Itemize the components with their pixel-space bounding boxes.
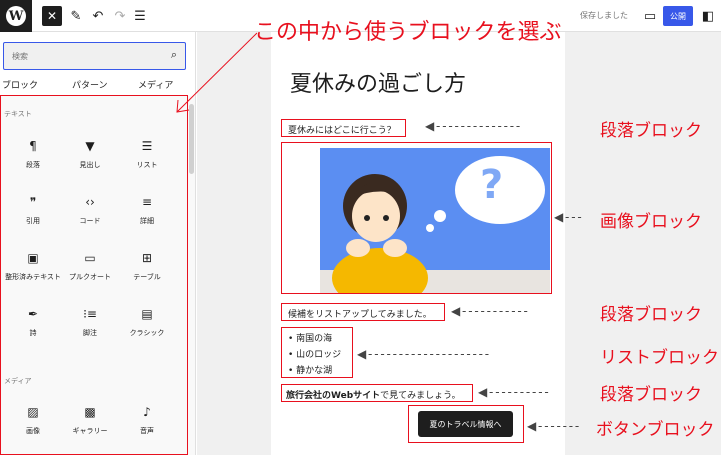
- image-block[interactable]: ?: [320, 148, 550, 293]
- saved-status: 保存しました: [580, 11, 628, 20]
- arrow-button: ◀ - - - - - - -: [527, 419, 579, 433]
- tab-patterns[interactable]: パターン: [72, 78, 108, 91]
- list-highlight: [281, 327, 353, 378]
- button-highlight: [408, 405, 524, 443]
- redo-icon[interactable]: ↷: [110, 6, 130, 26]
- annotation-top: この中から使うブロックを選ぶ: [254, 20, 562, 45]
- tab-blocks[interactable]: ブロック: [2, 78, 38, 91]
- paragraph-highlight-3: [281, 384, 473, 402]
- annotation-button: ボタンブロック: [596, 420, 715, 440]
- annotation-arrow-top: [176, 32, 258, 113]
- arrow-para1: ◀ - - - - - - - - - - - - - -: [425, 119, 520, 133]
- arrow-para2: ◀ - - - - - - - - - - -: [451, 304, 528, 318]
- editor-screenshot: W ✕ ✎ ↶ ↷ ☰ 保存しました ▭ 公開 ◧ 検索 ⌕ ブロック パターン…: [0, 0, 721, 455]
- document-overview-icon[interactable]: ☰: [130, 6, 150, 26]
- settings-icon[interactable]: ◧: [698, 6, 718, 26]
- wordpress-logo-icon[interactable]: W: [0, 0, 32, 32]
- close-inserter-button[interactable]: ✕: [42, 6, 62, 26]
- search-placeholder: 検索: [12, 52, 28, 61]
- inserter-highlight-box: [0, 95, 188, 455]
- annotation-image: 画像ブロック: [600, 212, 702, 232]
- annotation-list: リストブロック: [600, 348, 719, 368]
- annotation-para3: 段落ブロック: [600, 385, 702, 405]
- arrow-para3: ◀ - - - - - - - - - -: [478, 385, 549, 399]
- publish-button[interactable]: 公開: [663, 6, 693, 26]
- undo-icon[interactable]: ↶: [88, 6, 108, 26]
- paragraph-highlight-2: [281, 303, 445, 321]
- paragraph-highlight-1: [281, 119, 406, 137]
- tab-media[interactable]: メディア: [138, 78, 173, 91]
- post-title[interactable]: 夏休みの過ごし方: [290, 66, 466, 98]
- annotation-para2: 段落ブロック: [600, 305, 702, 325]
- search-input[interactable]: 検索 ⌕: [3, 42, 186, 70]
- view-icon[interactable]: ▭: [640, 6, 660, 26]
- question-mark-icon: ?: [480, 162, 504, 208]
- arrow-image: ◀ - - -: [554, 210, 582, 224]
- tools-icon[interactable]: ✎: [66, 6, 86, 26]
- arrow-list: ◀ - - - - - - - - - - - - - - - - - - - …: [357, 347, 489, 361]
- annotation-para1: 段落ブロック: [600, 121, 702, 141]
